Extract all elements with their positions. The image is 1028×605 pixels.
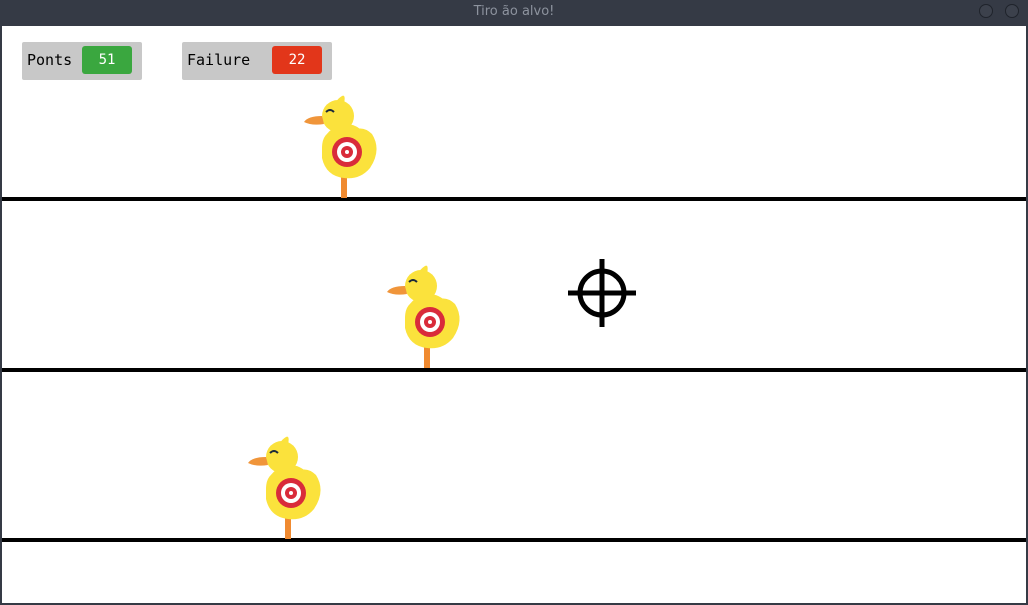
lane-divider xyxy=(2,368,1026,372)
window-title: Tiro ão alvo! xyxy=(473,4,555,19)
points-counter: Ponts 51 xyxy=(22,42,142,80)
duck-target-icon[interactable] xyxy=(246,435,326,539)
points-label: Ponts xyxy=(27,51,73,69)
game-canvas[interactable]: Ponts 51 Failure 22 xyxy=(2,26,1026,603)
duck-target-icon[interactable] xyxy=(302,94,382,198)
title-bar: Tiro ão alvo! xyxy=(0,0,1028,24)
points-value: 51 xyxy=(82,46,132,74)
failure-value: 22 xyxy=(272,46,322,74)
crosshair-icon xyxy=(568,259,636,327)
lane-divider xyxy=(2,538,1026,542)
failure-label: Failure xyxy=(187,51,251,69)
lane-divider xyxy=(2,197,1026,201)
minimize-button[interactable] xyxy=(979,4,993,18)
close-button[interactable] xyxy=(1005,4,1019,18)
failure-counter: Failure 22 xyxy=(182,42,332,80)
game-window: Tiro ão alvo! Ponts 51 Failure 22 xyxy=(0,0,1028,605)
duck-target-icon[interactable] xyxy=(385,264,465,368)
